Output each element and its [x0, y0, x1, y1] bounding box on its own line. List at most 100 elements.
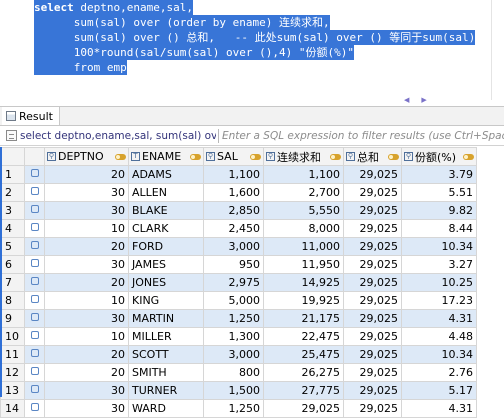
row-link-icon[interactable]: [30, 223, 39, 231]
row-link-icon[interactable]: [30, 169, 39, 177]
row-link-cell[interactable]: [24, 399, 45, 418]
cell-deptno[interactable]: 30: [44, 381, 129, 400]
row-number[interactable]: 11: [0, 345, 25, 364]
table-row[interactable]: 2 30 ALLEN 1,600 2,700 29,025 5.51: [0, 183, 477, 202]
tab-result[interactable]: Result: [2, 107, 60, 125]
cell-sal[interactable]: 3,000: [203, 237, 264, 256]
row-link-cell[interactable]: [24, 201, 45, 220]
cell-cum[interactable]: 19,925: [263, 291, 344, 310]
row-number[interactable]: 10: [0, 327, 25, 346]
table-row[interactable]: 9 30 MARTIN 1,250 21,175 29,025 4.31: [0, 309, 477, 328]
cell-ename[interactable]: CLARK: [128, 219, 204, 238]
cell-sal[interactable]: 1,250: [203, 309, 264, 328]
cell-cum[interactable]: 25,475: [263, 345, 344, 364]
cell-deptno[interactable]: 30: [44, 183, 129, 202]
cell-ename[interactable]: SMITH: [128, 363, 204, 382]
cell-deptno[interactable]: 10: [44, 327, 129, 346]
col-header-ename[interactable]: T ENAME: [128, 147, 204, 166]
col-header-share[interactable]: ⚲ 份额(%): [401, 147, 477, 166]
cell-deptno[interactable]: 20: [44, 363, 129, 382]
cell-sal[interactable]: 3,000: [203, 345, 264, 364]
cell-cum[interactable]: 11,950: [263, 255, 344, 274]
cell-sal[interactable]: 1,250: [203, 399, 264, 418]
table-row[interactable]: 1 20 ADAMS 1,100 1,100 29,025 3.79: [0, 165, 477, 184]
filter-input[interactable]: Enter a SQL expression to filter results…: [222, 127, 504, 145]
cell-ename[interactable]: BLAKE: [128, 201, 204, 220]
cell-cum[interactable]: 29,025: [263, 399, 344, 418]
cell-ename[interactable]: JONES: [128, 273, 204, 292]
cell-share[interactable]: 10.25: [401, 273, 477, 292]
sql-editor[interactable]: select deptno,ename,sal, sum(sal) over (…: [0, 0, 504, 104]
cell-cum[interactable]: 11,000: [263, 237, 344, 256]
row-number[interactable]: 14: [0, 399, 25, 418]
row-number[interactable]: 8: [0, 291, 25, 310]
row-link-cell[interactable]: [24, 363, 45, 382]
table-row[interactable]: 5 20 FORD 3,000 11,000 29,025 10.34: [0, 237, 477, 256]
row-link-icon[interactable]: [30, 277, 39, 285]
cell-ename[interactable]: MILLER: [128, 327, 204, 346]
row-link-icon[interactable]: [30, 205, 39, 213]
cell-total[interactable]: 29,025: [343, 345, 402, 364]
cell-cum[interactable]: 21,175: [263, 309, 344, 328]
cell-share[interactable]: 9.82: [401, 201, 477, 220]
table-row[interactable]: 4 10 CLARK 2,450 8,000 29,025 8.44: [0, 219, 477, 238]
row-link-cell[interactable]: [24, 165, 45, 184]
row-number[interactable]: 6: [0, 255, 25, 274]
cell-share[interactable]: 3.27: [401, 255, 477, 274]
table-row[interactable]: 8 10 KING 5,000 19,925 29,025 17.23: [0, 291, 477, 310]
cell-sal[interactable]: 2,450: [203, 219, 264, 238]
cell-cum[interactable]: 22,475: [263, 327, 344, 346]
row-link-cell[interactable]: [24, 219, 45, 238]
cell-sal[interactable]: 1,500: [203, 381, 264, 400]
table-row[interactable]: 7 20 JONES 2,975 14,925 29,025 10.25: [0, 273, 477, 292]
table-row[interactable]: 11 20 SCOTT 3,000 25,475 29,025 10.34: [0, 345, 477, 364]
cell-share[interactable]: 8.44: [401, 219, 477, 238]
row-number[interactable]: 1: [0, 165, 25, 184]
row-link-icon[interactable]: [30, 241, 39, 249]
editor-scroll-arrows[interactable]: ◀▶: [404, 96, 439, 104]
corner-cell[interactable]: [0, 147, 25, 166]
row-link-cell[interactable]: [24, 381, 45, 400]
table-row[interactable]: 14 30 WARD 1,250 29,025 29,025 4.31: [0, 399, 477, 418]
table-row[interactable]: 3 30 BLAKE 2,850 5,550 29,025 9.82: [0, 201, 477, 220]
col-header-cumulative[interactable]: ⚲ 连续求和: [263, 147, 344, 166]
cell-deptno[interactable]: 20: [44, 345, 129, 364]
cell-sal[interactable]: 1,100: [203, 165, 264, 184]
table-row[interactable]: 6 30 JAMES 950 11,950 29,025 3.27: [0, 255, 477, 274]
row-link-cell[interactable]: [24, 309, 45, 328]
col-header-deptno[interactable]: ⚲ DEPTNO: [44, 147, 129, 166]
cell-cum[interactable]: 5,550: [263, 201, 344, 220]
cell-total[interactable]: 29,025: [343, 255, 402, 274]
cell-deptno[interactable]: 10: [44, 219, 129, 238]
table-row[interactable]: 12 20 SMITH 800 26,275 29,025 2.76: [0, 363, 477, 382]
row-link-icon[interactable]: [30, 385, 39, 393]
cell-share[interactable]: 10.34: [401, 237, 477, 256]
row-number[interactable]: 3: [0, 201, 25, 220]
cell-ename[interactable]: ADAMS: [128, 165, 204, 184]
table-row[interactable]: 13 30 TURNER 1,500 27,775 29,025 5.17: [0, 381, 477, 400]
cell-ename[interactable]: WARD: [128, 399, 204, 418]
row-link-icon[interactable]: [30, 403, 39, 411]
row-link-icon[interactable]: [30, 331, 39, 339]
row-number[interactable]: 7: [0, 273, 25, 292]
row-link-icon[interactable]: [30, 295, 39, 303]
row-link-cell[interactable]: [24, 345, 45, 364]
row-link-cell[interactable]: [24, 183, 45, 202]
cell-total[interactable]: 29,025: [343, 381, 402, 400]
row-link-cell[interactable]: [24, 327, 45, 346]
cell-deptno[interactable]: 20: [44, 165, 129, 184]
cell-total[interactable]: 29,025: [343, 273, 402, 292]
cell-deptno[interactable]: 30: [44, 399, 129, 418]
cell-total[interactable]: 29,025: [343, 237, 402, 256]
cell-cum[interactable]: 2,700: [263, 183, 344, 202]
cell-total[interactable]: 29,025: [343, 219, 402, 238]
cell-sal[interactable]: 1,600: [203, 183, 264, 202]
cell-deptno[interactable]: 30: [44, 255, 129, 274]
cell-sal[interactable]: 1,300: [203, 327, 264, 346]
cell-total[interactable]: 29,025: [343, 363, 402, 382]
row-link-cell[interactable]: [24, 273, 45, 292]
cell-total[interactable]: 29,025: [343, 291, 402, 310]
cell-deptno[interactable]: 20: [44, 273, 129, 292]
cell-cum[interactable]: 8,000: [263, 219, 344, 238]
cell-total[interactable]: 29,025: [343, 165, 402, 184]
